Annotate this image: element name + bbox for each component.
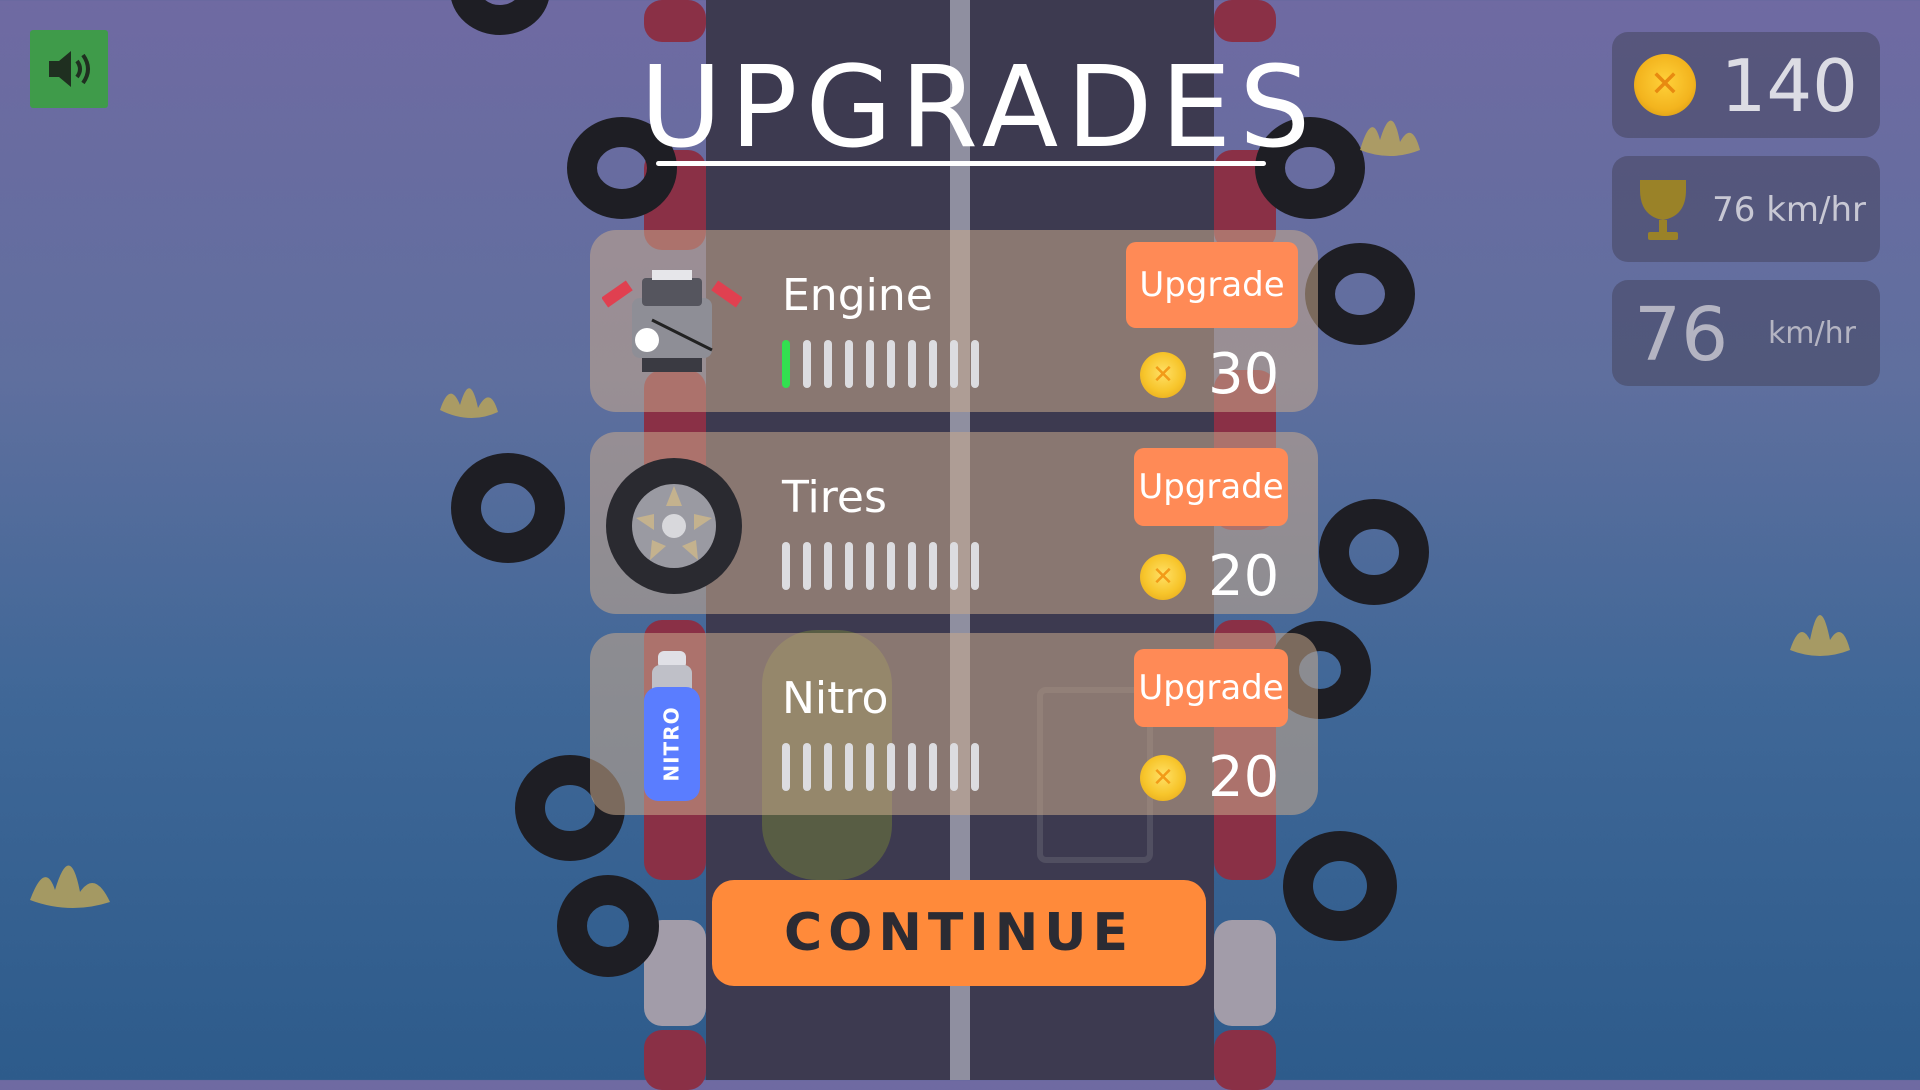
coin-icon xyxy=(1140,553,1186,600)
speaker-icon xyxy=(49,51,90,87)
cost-value: 20 xyxy=(1208,745,1280,810)
level-bar xyxy=(971,542,979,590)
coin-icon xyxy=(1140,754,1186,801)
level-bar xyxy=(950,340,958,388)
upgrade-panel-nitro: NITRO Nitro Upgrade 20 xyxy=(590,633,1318,815)
level-bar xyxy=(950,743,958,791)
upgrade-cost: 20 xyxy=(1140,544,1279,609)
current-speed-panel: 76 km/hr xyxy=(1612,280,1880,386)
level-bar xyxy=(950,542,958,590)
level-bar-filled xyxy=(782,340,790,388)
cost-value: 20 xyxy=(1208,544,1280,609)
level-bar xyxy=(887,743,895,791)
upgrade-label: Nitro xyxy=(782,673,889,724)
level-bar xyxy=(803,743,811,791)
level-bar xyxy=(845,340,853,388)
cost-value: 30 xyxy=(1208,342,1280,407)
tires-upgrade-button[interactable]: Upgrade xyxy=(1134,448,1288,526)
current-speed-unit: km/hr xyxy=(1767,316,1856,351)
level-bar xyxy=(803,340,811,388)
coin-count: 140 xyxy=(1720,44,1858,128)
sound-toggle-button[interactable] xyxy=(30,30,108,108)
upgrade-cost: 20 xyxy=(1140,745,1279,810)
level-bar xyxy=(971,743,979,791)
level-bar xyxy=(845,743,853,791)
level-bar xyxy=(866,340,874,388)
level-bar xyxy=(824,743,832,791)
level-bar xyxy=(782,542,790,590)
level-bar xyxy=(971,340,979,388)
title-underline xyxy=(656,161,1266,166)
level-bars xyxy=(782,542,979,590)
level-bar xyxy=(929,340,937,388)
level-bar xyxy=(824,542,832,590)
upgrade-panel-engine: Engine Upgrade 30 xyxy=(590,230,1318,412)
level-bar xyxy=(824,340,832,388)
engine-upgrade-button[interactable]: Upgrade xyxy=(1126,242,1298,328)
best-speed-panel: 76 km/hr xyxy=(1612,156,1880,262)
tire-icon xyxy=(606,458,742,594)
level-bar xyxy=(887,542,895,590)
upgrade-label: Tires xyxy=(782,472,887,523)
page-title: UPGRADES xyxy=(640,43,1319,173)
level-bar xyxy=(866,743,874,791)
nitro-bottle-text: NITRO xyxy=(660,706,685,782)
level-bar xyxy=(929,542,937,590)
level-bar xyxy=(866,542,874,590)
upgrade-panel-tires: Tires Upgrade 20 xyxy=(590,432,1318,614)
level-bars xyxy=(782,743,979,791)
best-speed-value: 76 km/hr xyxy=(1712,190,1866,230)
level-bars xyxy=(782,340,979,388)
level-bar xyxy=(908,542,916,590)
upgrade-cost: 30 xyxy=(1140,342,1279,407)
level-bar xyxy=(803,542,811,590)
continue-button[interactable]: CONTINUE xyxy=(712,880,1206,986)
level-bar xyxy=(908,340,916,388)
upgrade-label: Engine xyxy=(782,270,933,321)
coin-counter: 140 xyxy=(1612,32,1880,138)
current-speed-value: 76 xyxy=(1634,292,1729,378)
coin-icon xyxy=(1140,351,1186,398)
trophy-icon xyxy=(1640,180,1686,240)
level-bar xyxy=(782,743,790,791)
nitro-bottle-icon: NITRO xyxy=(644,651,700,801)
coin-icon xyxy=(1634,54,1696,116)
level-bar xyxy=(929,743,937,791)
nitro-upgrade-button[interactable]: Upgrade xyxy=(1134,649,1288,727)
level-bar xyxy=(908,743,916,791)
level-bar xyxy=(845,542,853,590)
level-bar xyxy=(887,340,895,388)
engine-icon xyxy=(602,270,742,372)
